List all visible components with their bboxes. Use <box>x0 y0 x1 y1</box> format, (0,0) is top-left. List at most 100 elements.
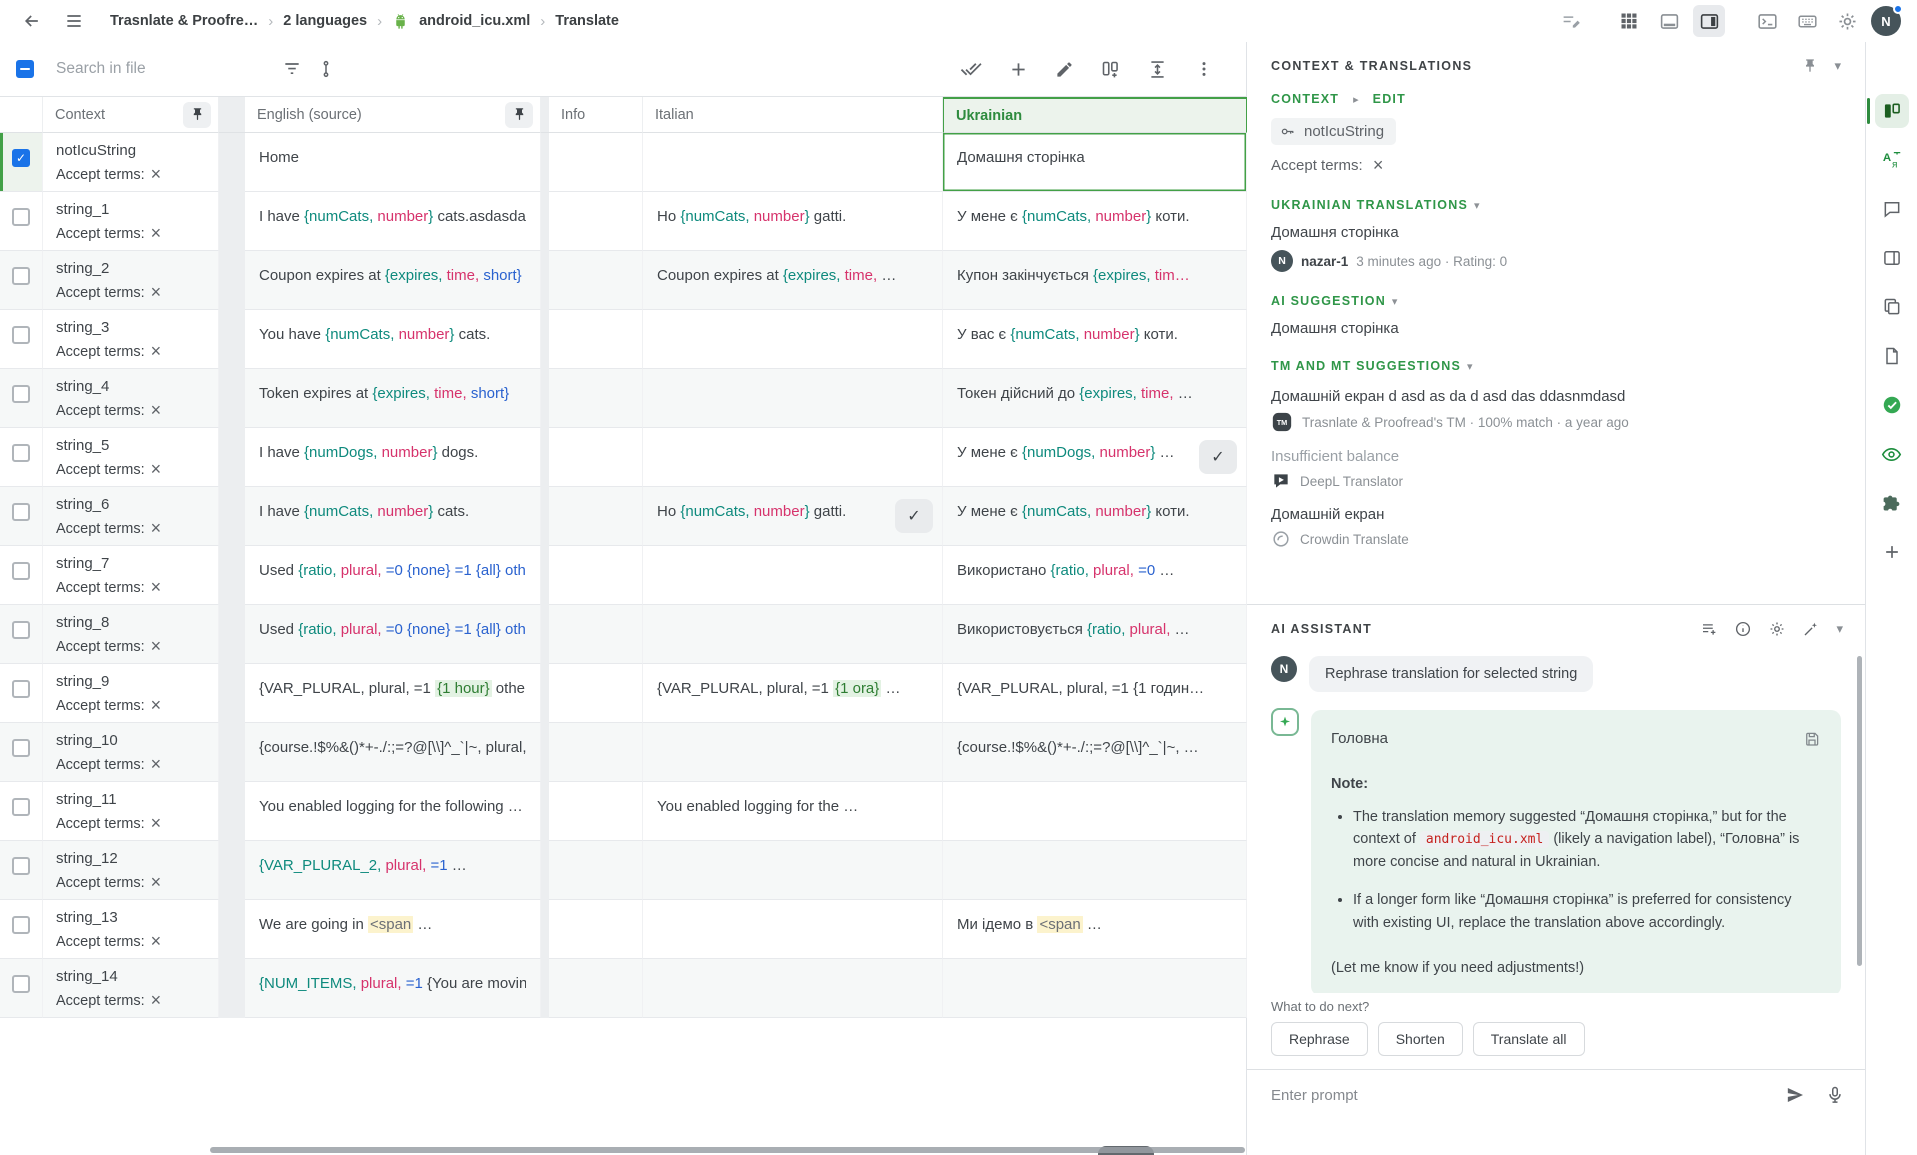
chevron-down-icon[interactable]: ▾ <box>1474 199 1481 212</box>
info-cell[interactable] <box>549 782 643 841</box>
ukrainian-cell[interactable]: Купон закінчується {expires, tim… <box>943 251 1247 310</box>
context-cell[interactable]: string_11Accept terms:× <box>43 782 219 841</box>
terms-cross-icon[interactable]: × <box>151 636 162 656</box>
info-cell[interactable] <box>549 369 643 428</box>
select-all-checkbox[interactable] <box>16 60 34 78</box>
source-cell[interactable]: Token expires at {expires, time, short} <box>245 369 541 428</box>
pin-icon[interactable] <box>1802 58 1818 74</box>
context-cell[interactable]: string_6Accept terms:× <box>43 487 219 546</box>
row-select-cell[interactable] <box>0 900 43 959</box>
add-tool-icon[interactable] <box>1875 535 1909 569</box>
preview-eye-icon[interactable] <box>1875 437 1909 471</box>
source-cell[interactable]: {VAR_PLURAL_2, plural, =1 … <box>245 841 541 900</box>
source-cell[interactable]: I have {numCats, number} cats. <box>245 487 541 546</box>
chevron-down-icon[interactable]: ▾ <box>1467 360 1474 373</box>
terms-cross-icon[interactable]: × <box>151 223 162 243</box>
italian-cell[interactable] <box>643 841 943 900</box>
edit-link[interactable]: EDIT <box>1373 92 1406 106</box>
more-options-icon[interactable] <box>1194 59 1214 79</box>
row-checkbox[interactable] <box>12 739 30 757</box>
info-cell[interactable] <box>549 133 643 192</box>
translation-text[interactable]: Домашня сторінка <box>1271 224 1841 241</box>
italian-cell[interactable] <box>643 133 943 192</box>
ukrainian-cell[interactable] <box>943 841 1247 900</box>
advanced-filter-icon[interactable] <box>316 59 336 79</box>
sidebar-panel-icon[interactable] <box>1875 241 1909 275</box>
pin-icon[interactable] <box>183 102 211 128</box>
italian-cell[interactable]: You enabled logging for the … <box>643 782 943 841</box>
info-cell[interactable] <box>549 605 643 664</box>
row-checkbox[interactable] <box>12 916 30 934</box>
edit-icon[interactable] <box>1055 60 1074 79</box>
source-cell[interactable]: I have {numCats, number} cats.asdasdasd <box>245 192 541 251</box>
ukrainian-cell[interactable]: Використано {ratio, plural, =0 … <box>943 546 1247 605</box>
chevron-down-icon[interactable]: ▾ <box>1392 295 1399 308</box>
row-checkbox[interactable] <box>12 385 30 403</box>
info-cell[interactable] <box>549 251 643 310</box>
terms-cross-icon[interactable]: × <box>151 400 162 420</box>
source-cell[interactable]: {course.!$%&()*+-./:;=?@[\\]^_`|~, plura… <box>245 723 541 782</box>
wand-icon[interactable] <box>1802 620 1820 638</box>
prompts-icon[interactable] <box>1700 620 1718 638</box>
terms-cross-icon[interactable]: × <box>151 813 162 833</box>
source-cell[interactable]: Used {ratio, plural, =0 {none} =1 {all} … <box>245 605 541 664</box>
suggestion-item[interactable]: Домашній екран d asd as da d asd das dda… <box>1271 388 1841 433</box>
source-cell[interactable]: We are going in <span … <box>245 900 541 959</box>
info-cell[interactable] <box>549 959 643 1018</box>
row-select-cell[interactable] <box>0 428 43 487</box>
source-cell[interactable]: I have {numDogs, number} dogs. <box>245 428 541 487</box>
header-info[interactable]: Info <box>549 97 643 133</box>
terms-cross-icon[interactable]: × <box>151 459 162 479</box>
tasks-edit-icon[interactable] <box>1555 5 1587 37</box>
terms-cross-icon[interactable]: × <box>151 282 162 302</box>
header-ukrainian[interactable]: Ukrainian <box>943 97 1247 133</box>
source-cell[interactable]: Used {ratio, plural, =0 {none} =1 {all} … <box>245 546 541 605</box>
language-icon[interactable]: Aя <box>1875 143 1909 177</box>
add-column-icon[interactable] <box>1100 59 1121 80</box>
terms-cross-icon[interactable]: × <box>1373 155 1384 175</box>
ukrainian-cell[interactable]: {course.!$%&()*+-./:;=?@[\\]^_`|~, … <box>943 723 1247 782</box>
menu-icon[interactable] <box>58 5 90 37</box>
context-cell[interactable]: string_14Accept terms:× <box>43 959 219 1018</box>
ai-suggestion-text[interactable]: Домашня сторінка <box>1271 320 1841 337</box>
row-select-cell[interactable] <box>0 192 43 251</box>
ukrainian-cell[interactable]: Використовується {ratio, plural, … <box>943 605 1247 664</box>
terms-cross-icon[interactable]: × <box>151 872 162 892</box>
header-english[interactable]: English (source) <box>245 97 541 133</box>
context-cell[interactable]: string_1Accept terms:× <box>43 192 219 251</box>
grid-view-icon[interactable] <box>1613 5 1645 37</box>
editor-view-icon[interactable] <box>1875 94 1909 128</box>
info-cell[interactable] <box>549 664 643 723</box>
save-suggestion-icon[interactable] <box>1803 730 1821 748</box>
ukrainian-cell[interactable]: {VAR_PLURAL, plural, =1 {1 годин… <box>943 664 1247 723</box>
terms-cross-icon[interactable]: × <box>151 341 162 361</box>
italian-cell[interactable] <box>643 428 943 487</box>
row-select-cell[interactable] <box>0 310 43 369</box>
italian-cell[interactable]: {VAR_PLURAL, plural, =1 {1 ora} … <box>643 664 943 723</box>
row-select-cell[interactable] <box>0 664 43 723</box>
source-cell[interactable]: {NUM_ITEMS, plural, =1 {You are moving … <box>245 959 541 1018</box>
string-key-chip[interactable]: notIcuString <box>1271 118 1396 145</box>
row-select-cell[interactable] <box>0 546 43 605</box>
settings-gear-icon[interactable] <box>1831 5 1863 37</box>
row-select-cell[interactable] <box>0 841 43 900</box>
source-cell[interactable]: Coupon expires at {expires, time, short} <box>245 251 541 310</box>
ukrainian-cell[interactable] <box>943 959 1247 1018</box>
context-cell[interactable]: string_3Accept terms:× <box>43 310 219 369</box>
translator-name[interactable]: nazar-1 <box>1301 254 1348 269</box>
row-select-cell[interactable] <box>0 251 43 310</box>
context-cell[interactable]: string_7Accept terms:× <box>43 546 219 605</box>
info-cell[interactable] <box>549 192 643 251</box>
row-checkbox[interactable] <box>12 680 30 698</box>
ukrainian-cell[interactable]: У вас є {numCats, number} коти. <box>943 310 1247 369</box>
context-link[interactable]: CONTEXT <box>1271 92 1339 106</box>
row-checkbox[interactable]: ✓ <box>12 149 30 167</box>
approve-all-icon[interactable] <box>960 58 982 80</box>
qa-checks-icon[interactable] <box>1875 388 1909 422</box>
breadcrumb-file[interactable]: android_icu.xml <box>419 13 530 29</box>
italian-cell[interactable]: Ho {numCats, number} gatti. <box>643 192 943 251</box>
context-cell[interactable]: string_8Accept terms:× <box>43 605 219 664</box>
header-italian[interactable]: Italian <box>643 97 943 133</box>
terms-cross-icon[interactable]: × <box>151 695 162 715</box>
row-select-cell[interactable]: ✓ <box>0 133 43 192</box>
